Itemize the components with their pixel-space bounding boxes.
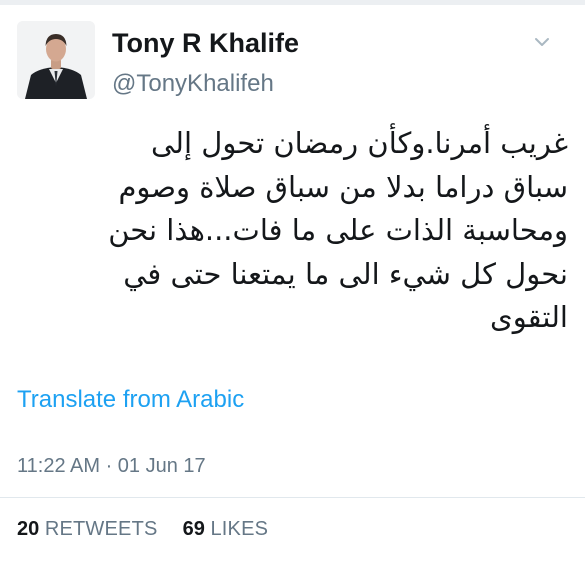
tweet-text-line: ومحاسبة الذات على ما فات...هذا نحن <box>108 213 568 247</box>
tweet-stats: 20 RETWEETS 69 LIKES <box>17 518 268 541</box>
tweet-timestamp[interactable]: 11:22 AM · 01 Jun 17 <box>17 455 206 478</box>
tweet-text-line: غريب أمرنا.وكأن رمضان تحول إلى <box>151 126 568 160</box>
author-display-name[interactable]: Tony R Khalife <box>112 28 299 59</box>
tweet-text-line: سباق دراما بدلا من سباق صلاة وصوم <box>118 169 568 204</box>
avatar-image <box>17 21 95 99</box>
tweet-text: غريب أمرنا.وكأن رمضان تحول إلى سباق درام… <box>14 122 568 340</box>
likes-label: LIKES <box>210 518 269 540</box>
author-screen-name[interactable]: @TonyKhalifeh <box>112 70 274 98</box>
retweets-label: RETWEETS <box>44 518 158 540</box>
top-divider <box>0 0 585 5</box>
tweet-text-line: نحول كل شيء الى ما يمتعنا حتى في <box>123 256 568 291</box>
stats-divider <box>0 497 585 498</box>
retweets-count: 20 <box>17 518 40 540</box>
translate-link[interactable]: Translate from Arabic <box>17 386 244 414</box>
chevron-down-icon[interactable] <box>530 33 554 53</box>
tweet-text-line: التقوى <box>490 300 568 334</box>
likes-count: 69 <box>182 518 205 540</box>
retweets-stat[interactable]: 20 RETWEETS <box>17 518 163 540</box>
avatar[interactable] <box>17 21 95 99</box>
likes-stat[interactable]: 69 LIKES <box>183 518 269 540</box>
